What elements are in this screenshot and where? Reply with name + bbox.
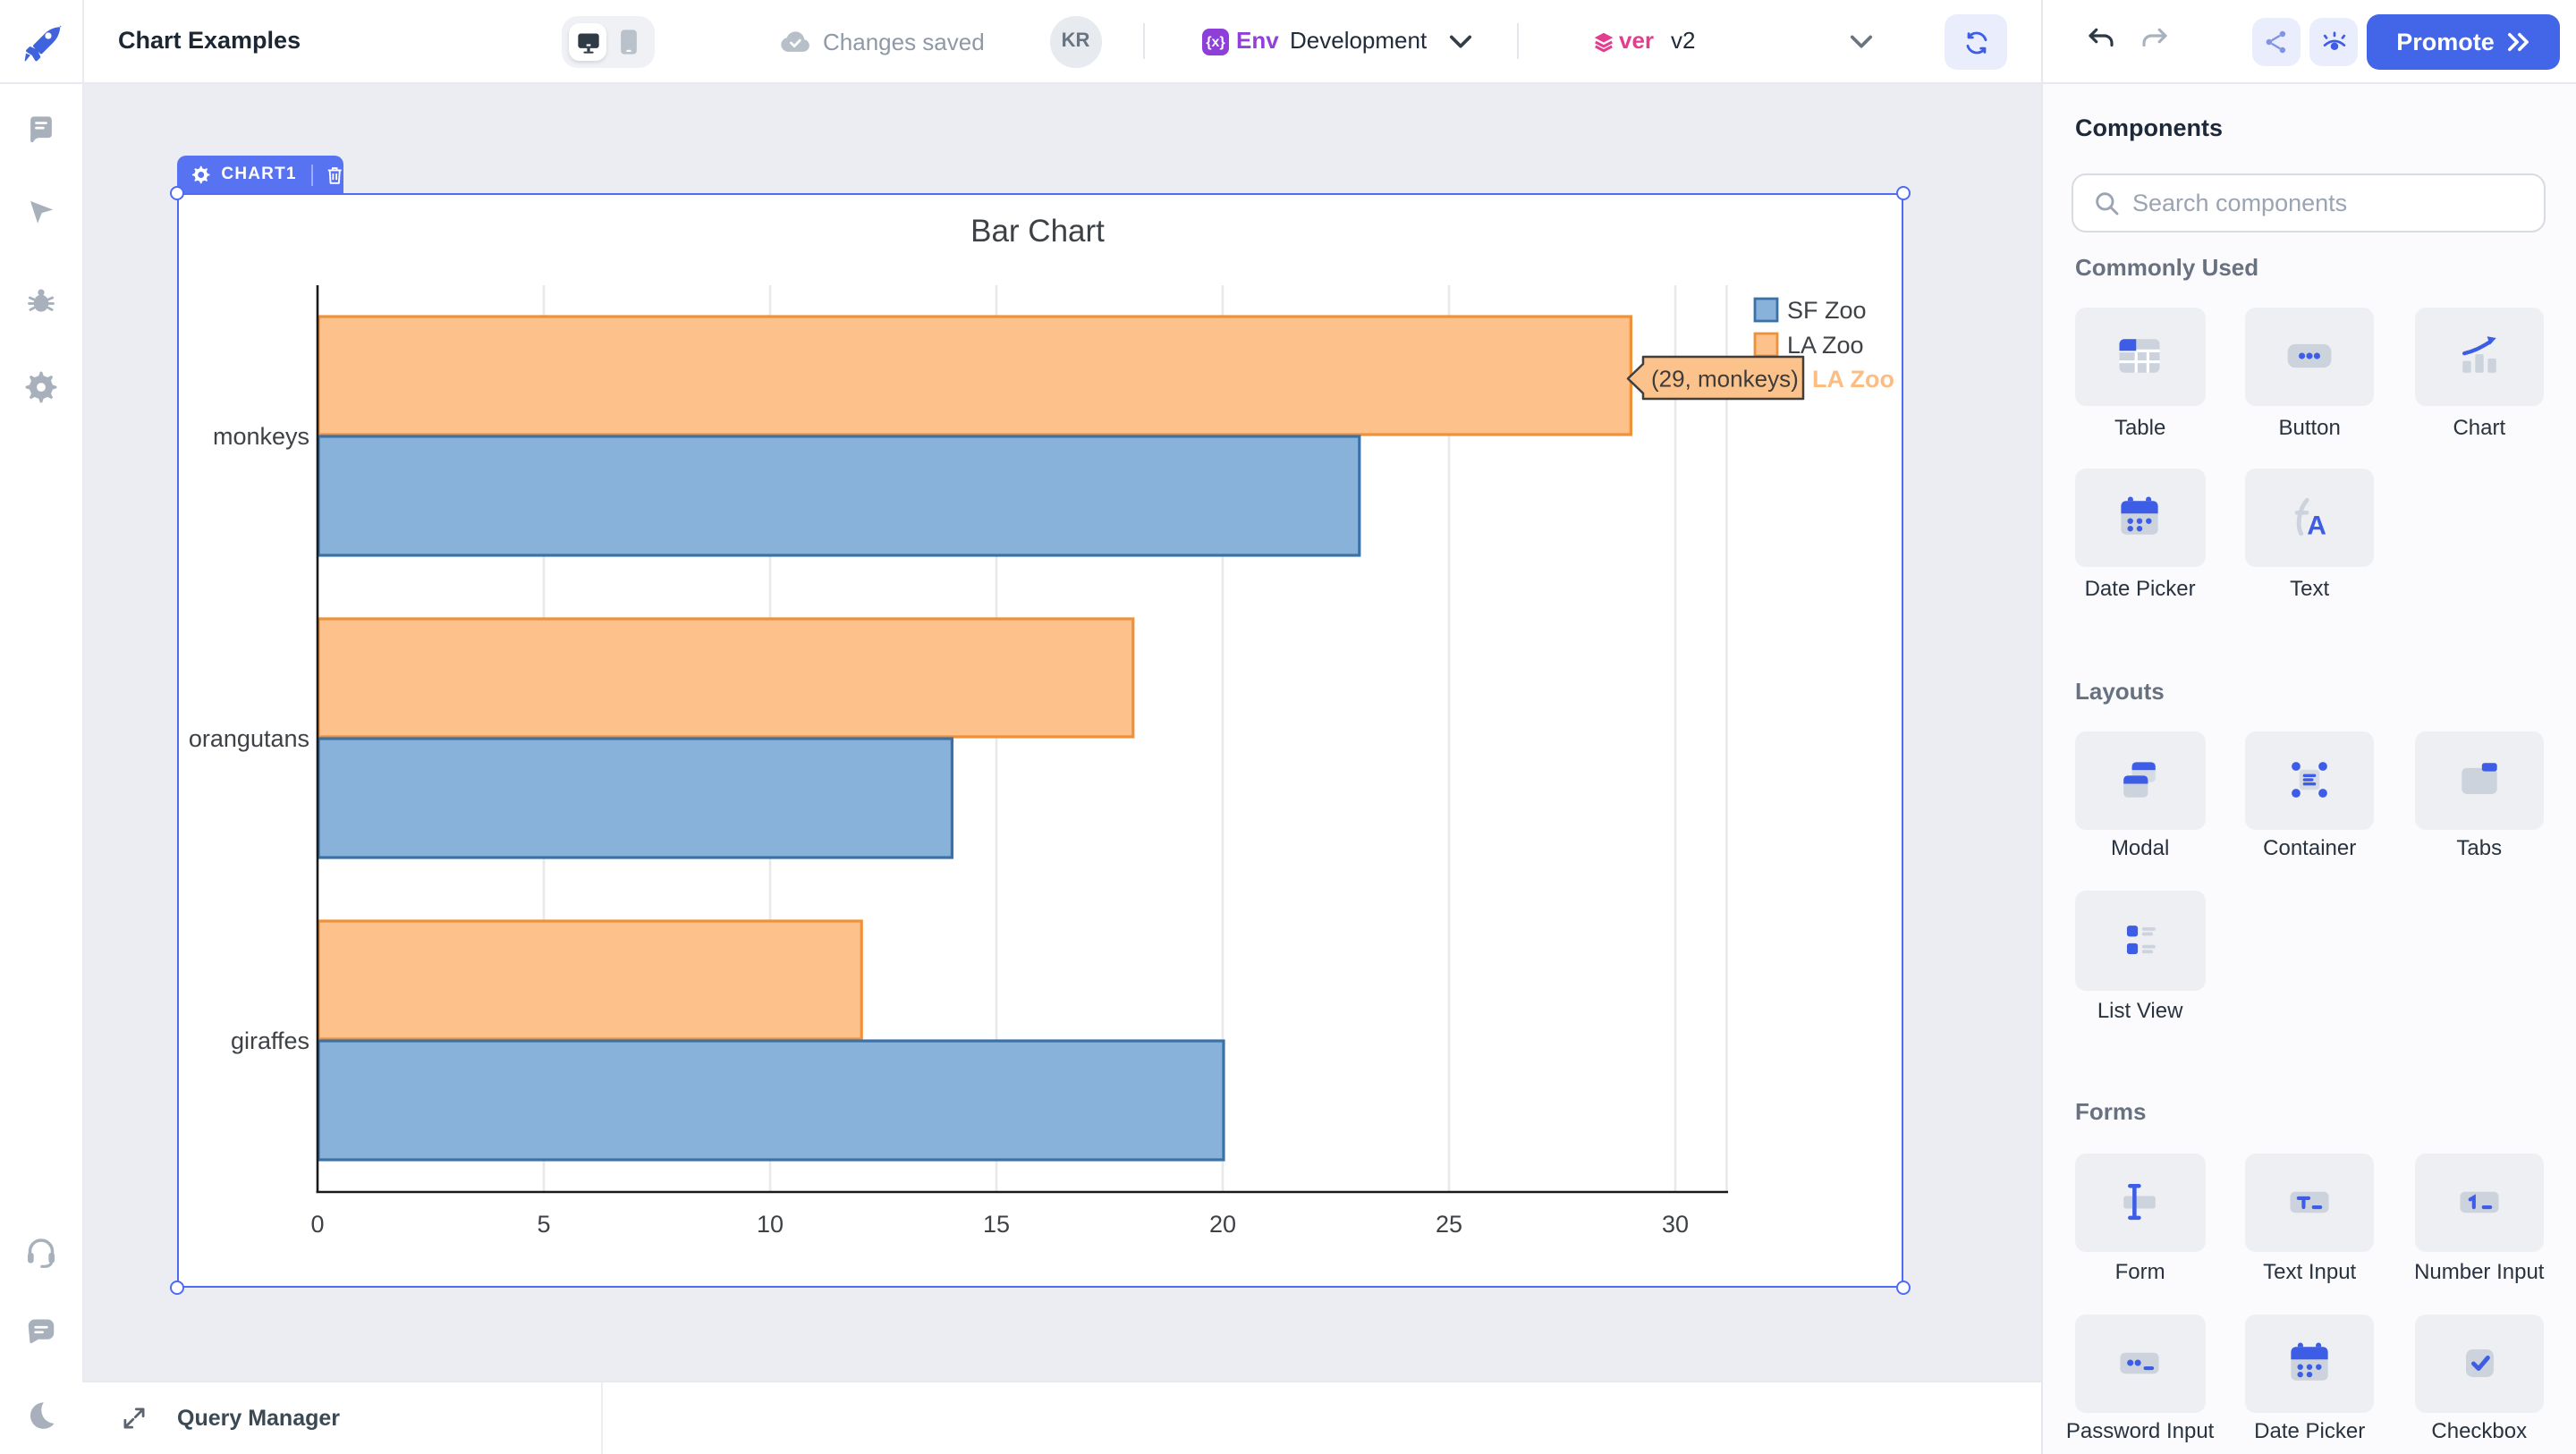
svg-text:orangutans: orangutans [188, 725, 309, 752]
svg-text:giraffes: giraffes [230, 1027, 309, 1054]
svg-text:(29, monkeys): (29, monkeys) [1650, 365, 1798, 392]
svg-text:15: 15 [982, 1211, 1009, 1238]
svg-text:30: 30 [1661, 1211, 1688, 1238]
svg-text:LA Zoo: LA Zoo [1786, 332, 1863, 359]
svg-text:25: 25 [1435, 1211, 1462, 1238]
svg-text:10: 10 [756, 1211, 783, 1238]
svg-text:20: 20 [1208, 1211, 1235, 1238]
svg-text:Bar Chart: Bar Chart [970, 214, 1104, 249]
svg-text:SF Zoo: SF Zoo [1786, 297, 1866, 324]
svg-text:monkeys: monkeys [212, 423, 309, 450]
svg-text:0: 0 [309, 1211, 323, 1238]
svg-text:5: 5 [536, 1211, 549, 1238]
svg-text:LA Zoo: LA Zoo [1811, 366, 1894, 393]
svg-text:A: A [2307, 511, 2326, 541]
